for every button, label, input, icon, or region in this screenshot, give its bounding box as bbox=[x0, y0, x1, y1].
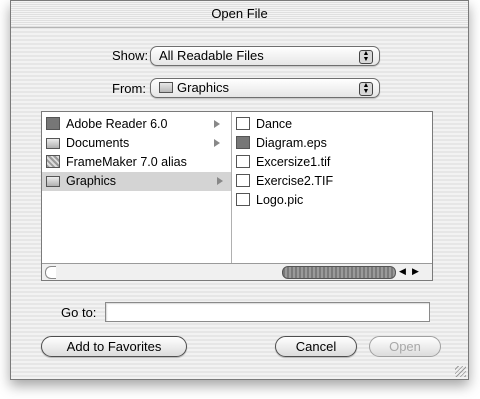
show-popup-value: All Readable Files bbox=[159, 48, 264, 63]
list-item-label: Adobe Reader 6.0 bbox=[66, 117, 168, 131]
goto-input[interactable] bbox=[105, 302, 430, 322]
open-file-dialog: Open File Show: All Readable Files ▲ ▼ Fr… bbox=[10, 0, 469, 380]
from-popup[interactable]: Graphics ▲ ▼ bbox=[150, 78, 380, 98]
horizontal-scrollbar[interactable]: ◀ ▶ bbox=[42, 263, 432, 280]
folder-icon bbox=[46, 176, 60, 187]
pict-icon bbox=[236, 193, 250, 206]
folder-icon bbox=[46, 138, 60, 149]
scroll-thumb[interactable] bbox=[282, 266, 396, 279]
cancel-button[interactable]: Cancel bbox=[275, 336, 357, 357]
image-icon bbox=[236, 155, 250, 168]
folder-icon bbox=[159, 82, 173, 93]
app-icon bbox=[46, 117, 60, 130]
browser-column-2: Dance Diagram.eps Excersize1.tif Exercis… bbox=[232, 112, 432, 264]
list-item-label: Dance bbox=[256, 117, 293, 131]
image-icon bbox=[236, 174, 250, 187]
list-item[interactable]: Logo.pic bbox=[236, 191, 418, 210]
list-item[interactable]: Diagram.eps bbox=[236, 134, 418, 153]
list-item[interactable]: Excersize1.tif bbox=[236, 153, 418, 172]
file-browser: Adobe Reader 6.0 Documents FrameMaker 7.… bbox=[41, 111, 433, 281]
list-item[interactable]: Documents bbox=[46, 134, 228, 153]
goto-label: Go to: bbox=[61, 305, 97, 320]
list-item-label: Excersize1.tif bbox=[256, 155, 331, 169]
list-item-label: FrameMaker 7.0 alias bbox=[66, 155, 187, 169]
list-item[interactable]: FrameMaker 7.0 alias bbox=[46, 153, 228, 172]
scroll-track-cap bbox=[45, 266, 56, 279]
show-popup[interactable]: All Readable Files ▲ ▼ bbox=[150, 46, 380, 66]
list-item[interactable]: Exercise2.TIF bbox=[236, 172, 418, 191]
alias-icon bbox=[46, 155, 60, 168]
list-item-label: Graphics bbox=[66, 174, 117, 188]
eps-icon bbox=[236, 136, 250, 149]
list-item-label: Diagram.eps bbox=[256, 136, 327, 150]
scroll-left-icon[interactable]: ◀ bbox=[397, 266, 408, 277]
disclosure-arrow-icon bbox=[214, 139, 220, 147]
disclosure-arrow-icon bbox=[214, 120, 220, 128]
disclosure-arrow-icon bbox=[217, 177, 223, 185]
open-button[interactable]: Open bbox=[369, 336, 441, 357]
popup-arrows-icon: ▲ ▼ bbox=[359, 82, 373, 96]
browser-column-1: Adobe Reader 6.0 Documents FrameMaker 7.… bbox=[42, 112, 232, 264]
list-item[interactable]: Dance bbox=[236, 115, 418, 134]
list-item-selected[interactable]: Graphics bbox=[42, 172, 231, 191]
show-label: Show: bbox=[112, 48, 149, 63]
list-item-label: Logo.pic bbox=[256, 193, 304, 207]
list-item-label: Exercise2.TIF bbox=[256, 174, 334, 188]
list-item[interactable]: Adobe Reader 6.0 bbox=[46, 115, 228, 134]
document-icon bbox=[236, 117, 250, 130]
scroll-right-icon[interactable]: ▶ bbox=[410, 266, 421, 277]
resize-grip-icon[interactable] bbox=[455, 366, 466, 377]
window-title: Open File bbox=[11, 1, 468, 28]
list-item-label: Documents bbox=[66, 136, 130, 150]
from-popup-value: Graphics bbox=[177, 80, 230, 95]
from-label: From: bbox=[112, 81, 146, 96]
popup-arrows-icon: ▲ ▼ bbox=[359, 50, 373, 64]
add-to-favorites-button[interactable]: Add to Favorites bbox=[41, 336, 187, 357]
